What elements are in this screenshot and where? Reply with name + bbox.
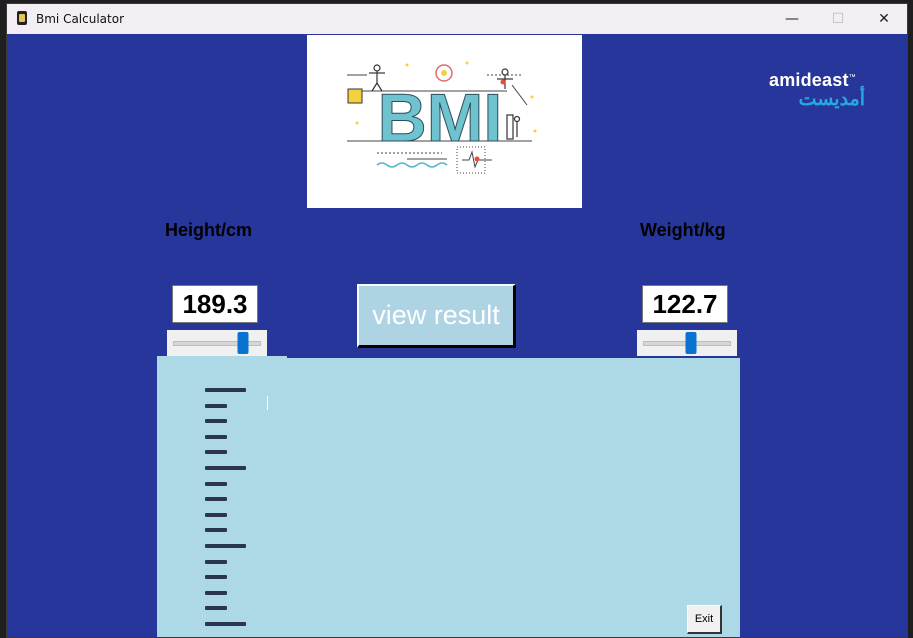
weight-label: Weight/kg [640,220,726,240]
app-icon [17,11,27,25]
maximize-button[interactable]: ☐ [815,4,861,34]
scale-tick [205,512,227,517]
svg-text:BMI: BMI [378,80,503,156]
height-label: Height/cm [165,220,253,240]
title-bar[interactable]: Bmi Calculator — ☐ ✕ [7,4,907,34]
logo-arabic-text: أمديست [798,89,865,110]
text-cursor [267,396,268,410]
scale-tick [205,590,227,595]
scale-tick [205,544,246,548]
bmi-banner-image: BMI [307,35,582,208]
scale-tick [205,528,227,533]
client-area: BMI amideast™ أمديست Height/cm Weight/kg… [7,34,907,637]
logo-text: amideast [769,70,849,90]
close-button[interactable]: ✕ [861,4,907,34]
bmi-infographic-icon: BMI [347,61,537,174]
scale-tick [205,497,227,502]
scale-tick [205,575,227,580]
scale-tick [205,450,227,455]
result-panel: Exit [157,356,740,637]
height-slider-thumb[interactable] [237,332,249,354]
weight-value-display: 122.7 [642,285,728,323]
app-window: Bmi Calculator — ☐ ✕ BMI amideast™ أمديس… [6,3,908,638]
window-title: Bmi Calculator [36,12,125,26]
scale-tick [205,559,227,564]
scale-tick [205,606,227,611]
height-slider[interactable] [167,330,267,356]
minimize-button[interactable]: — [769,4,815,34]
logo-trademark: ™ [848,74,856,81]
scale-tick [205,403,227,408]
weight-slider-thumb[interactable] [685,332,697,354]
scale-tick [205,388,246,392]
height-value-display: 189.3 [172,285,258,323]
scale-tick [205,434,227,439]
scale-tick [205,481,227,486]
amideast-logo: amideast™ أمديست [769,70,879,111]
exit-button[interactable]: Exit [687,605,722,634]
weight-slider[interactable] [637,330,737,356]
scale-tick [205,466,246,470]
scale-tick [205,622,246,626]
view-result-button[interactable]: view result [357,284,516,348]
scale-tick [205,419,227,424]
